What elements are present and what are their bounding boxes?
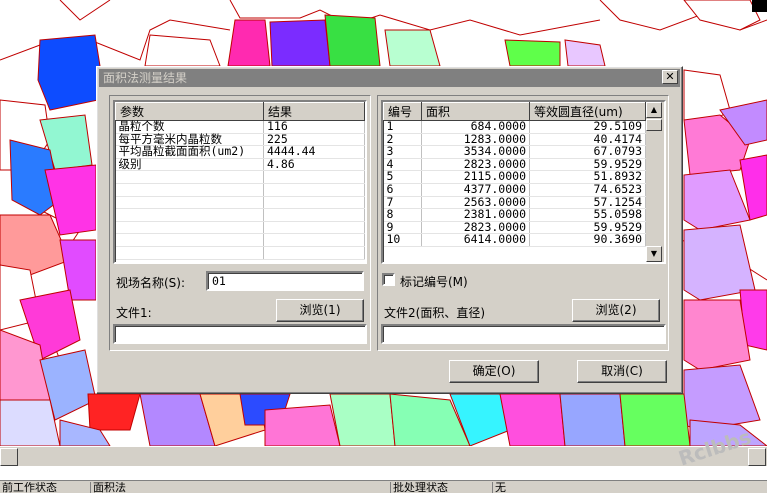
table-row[interactable] <box>115 233 365 247</box>
scroll-up-arrow-icon[interactable]: ▲ <box>646 102 662 118</box>
status-bar: 前工作状态 面积法 批处理状态 无 <box>0 480 767 493</box>
file1-input[interactable] <box>113 324 367 344</box>
result-cell <box>263 233 365 247</box>
area-method-result-dialog: 面积法测量结果 ✕ 参数 结果 晶粒个数 116 每平方毫米内晶粒数 225 平均晶粒截… <box>96 66 683 394</box>
parameter-table: 参数 结果 晶粒个数 116 每平方毫米内晶粒数 225 平均晶粒截面面积(um2) 44… <box>115 102 365 260</box>
status-cell-method: 面积法 <box>90 482 388 493</box>
column-header-parameter[interactable]: 参数 <box>115 102 264 121</box>
dialog-title: 面积法测量结果 <box>103 71 188 85</box>
parameter-cell <box>115 196 264 210</box>
table-row[interactable]: 级别 4.86 <box>115 158 365 172</box>
result-cell <box>263 208 365 222</box>
horizontal-scrollbar[interactable] <box>0 446 767 466</box>
scroll-down-arrow-icon[interactable]: ▼ <box>646 246 662 262</box>
table-row[interactable] <box>115 208 365 222</box>
table-row[interactable] <box>115 246 365 260</box>
result-cell <box>263 246 365 260</box>
ok-button[interactable]: 确定(O) <box>449 360 539 383</box>
table-row[interactable] <box>115 196 365 210</box>
view-name-input[interactable]: 01 <box>206 271 364 291</box>
status-cell-work-state: 前工作状态 <box>2 482 57 493</box>
mark-number-checkbox[interactable] <box>382 273 395 286</box>
browse2-button[interactable]: 浏览(2) <box>572 299 660 322</box>
grain-table: 编号 面积 等效圆直径(um) 1 684.0000 29.5109 2 1283.00… <box>383 102 646 247</box>
view-name-label: 视场名称(S): <box>116 276 186 290</box>
parameter-cell: 级别 <box>115 158 264 172</box>
close-button[interactable]: ✕ <box>662 70 678 84</box>
table-row[interactable] <box>115 221 365 235</box>
grain-list-scrollbar[interactable]: ▲ ▼ <box>646 102 664 262</box>
file2-label: 文件2(面积、直径) <box>384 306 485 320</box>
mark-number-label[interactable]: 标记编号(M) <box>400 273 468 290</box>
grain-area-cell: 6414.0000 <box>421 234 530 247</box>
cancel-button[interactable]: 取消(C) <box>577 360 667 383</box>
column-header-result[interactable]: 结果 <box>263 102 365 121</box>
table-row[interactable] <box>115 183 365 197</box>
parameter-cell <box>115 183 264 197</box>
column-header-diameter[interactable]: 等效圆直径(um) <box>529 102 646 121</box>
dialog-titlebar[interactable]: 面积法测量结果 ✕ <box>99 69 680 87</box>
left-panel: 参数 结果 晶粒个数 116 每平方毫米内晶粒数 225 平均晶粒截面面积(um2) 44… <box>109 95 371 351</box>
parameter-cell <box>115 246 264 260</box>
table-row[interactable]: 平均晶粒截面面积(um2) 4444.44 <box>115 146 365 159</box>
grain-list-grid[interactable]: 编号 面积 等效圆直径(um) 1 684.0000 29.5109 2 1283.00… <box>381 100 666 264</box>
grain-id-cell: 10 <box>383 234 422 247</box>
result-cell <box>263 183 365 197</box>
browse1-button[interactable]: 浏览(1) <box>276 299 364 322</box>
right-panel: 编号 面积 等效圆直径(um) 1 684.0000 29.5109 2 1283.00… <box>377 95 669 351</box>
result-cell <box>263 170 365 184</box>
file1-label: 文件1: <box>116 306 152 320</box>
close-icon: ✕ <box>665 70 675 83</box>
result-cell <box>263 196 365 210</box>
parameter-grid[interactable]: 参数 结果 晶粒个数 116 每平方毫米内晶粒数 225 平均晶粒截面面积(um2) 44… <box>113 100 367 264</box>
result-cell: 4.86 <box>263 158 365 172</box>
result-cell <box>263 221 365 235</box>
column-header-area[interactable]: 面积 <box>421 102 530 121</box>
parameter-cell <box>115 170 264 184</box>
file2-input[interactable] <box>381 324 666 344</box>
table-row[interactable] <box>115 170 365 184</box>
table-row[interactable]: 10 6414.0000 90.3690 <box>383 234 646 247</box>
status-cell-batch-state: 批处理状态 <box>390 482 490 493</box>
scroll-thumb[interactable] <box>646 119 662 131</box>
column-header-id[interactable]: 编号 <box>383 102 422 121</box>
status-cell-batch-value: 无 <box>492 482 767 493</box>
parameter-cell <box>115 221 264 235</box>
scroll-left-button[interactable] <box>0 448 18 466</box>
grain-diameter-cell: 90.3690 <box>529 234 646 247</box>
parameter-cell <box>115 233 264 247</box>
parameter-cell <box>115 208 264 222</box>
